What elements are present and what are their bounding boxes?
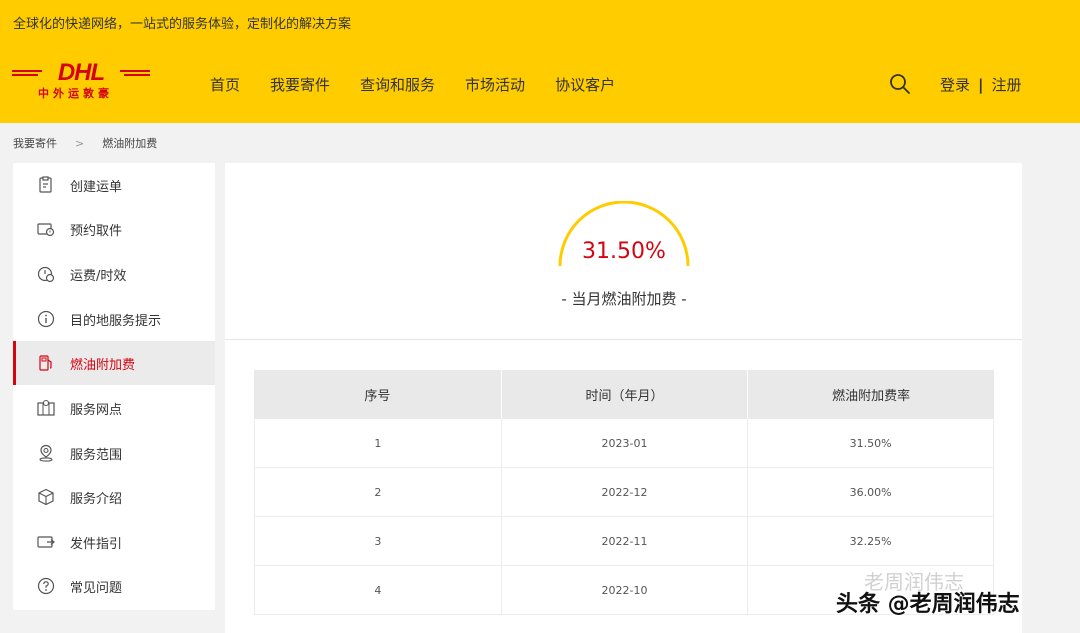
service-point-icon — [37, 399, 55, 416]
nav-send[interactable]: 我要寄件 — [270, 74, 330, 95]
register-link[interactable]: 注册 — [992, 74, 1022, 95]
breadcrumb: 我要寄件 > 燃油附加费 — [13, 135, 157, 151]
sidebar-item-create-waybill[interactable]: 创建运单 — [13, 163, 215, 207]
breadcrumb-current: 燃油附加费 — [102, 137, 158, 150]
table-row: 2 2022-12 36.00% — [254, 468, 994, 517]
question-icon — [37, 577, 55, 595]
svg-text:DHL: DHL — [58, 60, 105, 84]
fuel-pump-icon — [39, 355, 52, 371]
sidebar-item-label: 服务网点 — [70, 402, 123, 418]
search-icon[interactable] — [889, 73, 911, 95]
auth-separator: | — [978, 75, 984, 94]
sidebar-item-service-area[interactable]: 服务范围 — [13, 431, 215, 475]
auth-links: 登录 | 注册 — [940, 74, 1022, 95]
rate-transit-icon — [37, 266, 55, 283]
site-header: 全球化的快递网络，一站式的服务体验，定制化的解决方案 DHL 中外运敦豪 首页 … — [0, 0, 1080, 123]
table-cell: 2022-12 — [500, 468, 748, 516]
sidebar-item-label: 服务介绍 — [70, 491, 123, 507]
table-row: 1 2023-01 31.50% — [254, 419, 994, 468]
shipping-guide-icon — [37, 536, 55, 548]
sidebar-item-shipping-guide[interactable]: 发件指引 — [13, 520, 215, 564]
table-cell: 2022-10 — [500, 566, 748, 614]
sidebar-item-service-intro[interactable]: 服务介绍 — [13, 475, 215, 519]
logo-cn-text: 中外运敦豪 — [38, 87, 113, 100]
table-cell: 3 — [254, 517, 501, 565]
location-pin-icon — [39, 444, 53, 462]
table-header-row: 序号 时间（年月） 燃油附加费率 — [254, 370, 994, 419]
table-cell: 31.50% — [747, 419, 994, 467]
table-cell: 32.25% — [747, 517, 994, 565]
sidebar-item-label: 运费/时效 — [70, 268, 127, 284]
schedule-pickup-icon — [37, 223, 55, 237]
table-header-cell: 时间（年月） — [500, 370, 748, 419]
sidebar-item-service-points[interactable]: 服务网点 — [13, 386, 215, 430]
sidebar-item-label: 服务范围 — [70, 447, 123, 463]
main-nav: 首页 我要寄件 查询和服务 市场活动 协议客户 — [210, 74, 645, 95]
divider — [225, 339, 1022, 340]
sidebar-item-destination-tips[interactable]: 目的地服务提示 — [13, 297, 215, 341]
breadcrumb-separator: > — [75, 136, 85, 150]
table-cell: 2023-01 — [500, 419, 748, 467]
sidebar-item-fuel-surcharge[interactable]: 燃油附加费 — [13, 341, 215, 385]
dhl-logo-icon: DHL — [12, 60, 150, 84]
nav-account-customers[interactable]: 协议客户 — [555, 74, 615, 95]
sidebar-item-label: 预约取件 — [70, 223, 123, 239]
table-row: 3 2022-11 32.25% — [254, 517, 994, 566]
table-cell: 1 — [254, 419, 501, 467]
create-waybill-icon — [39, 176, 52, 193]
table-header-cell: 序号 — [364, 389, 391, 404]
box-icon — [38, 488, 54, 506]
sidebar-item-rate-transit[interactable]: 运费/时效 — [13, 252, 215, 296]
table-cell: 2022-11 — [500, 517, 748, 565]
sidebar-item-label: 创建运单 — [70, 179, 123, 195]
sidebar: 创建运单 预约取件 运费/时效 目的地服务提示 燃油附加费 服务网点 服务范围 … — [13, 163, 215, 610]
fuel-surcharge-value: 31.50% — [582, 239, 666, 264]
sidebar-item-label: 常见问题 — [70, 580, 123, 596]
sidebar-item-label: 燃油附加费 — [70, 357, 136, 373]
table-cell: 4 — [254, 566, 501, 614]
sidebar-item-label: 目的地服务提示 — [70, 313, 162, 329]
info-icon — [37, 310, 55, 328]
watermark: 头条 @老周润伟志 — [836, 592, 1020, 617]
header-tagline: 全球化的快递网络，一站式的服务体验，定制化的解决方案 — [13, 17, 352, 32]
sidebar-item-faq[interactable]: 常见问题 — [13, 564, 215, 608]
nav-track-services[interactable]: 查询和服务 — [360, 74, 435, 95]
login-link[interactable]: 登录 — [940, 74, 970, 95]
sidebar-item-label: 发件指引 — [70, 536, 123, 552]
fuel-surcharge-caption: - 当月燃油附加费 - — [561, 290, 687, 308]
nav-campaigns[interactable]: 市场活动 — [465, 74, 525, 95]
nav-home[interactable]: 首页 — [210, 74, 240, 95]
table-cell: 2 — [254, 468, 501, 516]
table-cell: 36.00% — [747, 468, 994, 516]
sidebar-item-schedule-pickup[interactable]: 预约取件 — [13, 207, 215, 251]
breadcrumb-send[interactable]: 我要寄件 — [13, 135, 57, 151]
table-header-cell: 燃油附加费率 — [747, 370, 994, 419]
dhl-logo[interactable]: DHL 中外运敦豪 — [12, 60, 150, 100]
main-panel: 31.50% - 当月燃油附加费 - 序号 时间（年月） 燃油附加费率 1 20… — [225, 163, 1022, 633]
